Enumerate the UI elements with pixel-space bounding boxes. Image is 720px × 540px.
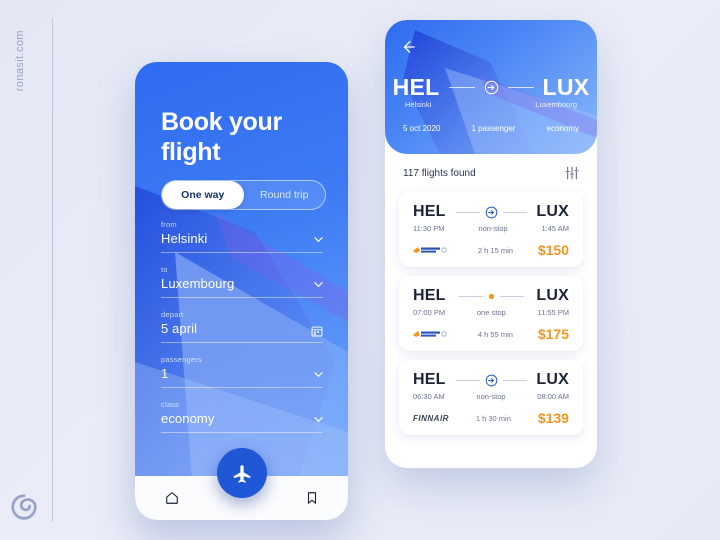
stops-indicator — [455, 206, 527, 219]
flight-price: $139 — [537, 410, 569, 426]
route-line-left — [455, 211, 480, 213]
plane-circle-icon — [484, 80, 498, 95]
field-passengers-label: passengers — [161, 355, 202, 364]
flight-depart-time: 11:30 PM — [413, 224, 445, 233]
field-from-value: Helsinki — [161, 231, 208, 246]
route-line-left — [458, 295, 483, 297]
chevron-down-icon[interactable] — [314, 235, 323, 244]
field-depart[interactable]: depart 5 april — [161, 310, 323, 343]
flight-arrive-time: 1:45 AM — [541, 224, 569, 233]
hero-dest-city: Luxembourg — [535, 100, 577, 109]
chevron-down-icon[interactable] — [314, 370, 323, 379]
field-class-label: class — [161, 400, 180, 409]
field-depart-label: depart — [161, 310, 184, 319]
brand-logo-icon — [9, 492, 39, 522]
plane-circle-icon — [485, 374, 497, 386]
route-line-right — [502, 379, 527, 381]
hero-date: 5 oct 2020 — [403, 124, 441, 133]
hero-origin-code: HEL — [392, 74, 440, 100]
flight-card[interactable]: HEL LUX 11:30 PM non-stop 1:45 AM 2 h 15… — [399, 192, 583, 267]
airline-logo: FINNAIR — [413, 413, 449, 423]
site-watermark: ronasit.com — [14, 30, 26, 92]
field-class-value: economy — [161, 411, 215, 426]
vertical-divider — [52, 18, 53, 522]
home-icon[interactable] — [165, 491, 179, 505]
field-class[interactable]: class economy — [161, 400, 323, 433]
flight-results-list: HEL LUX 11:30 PM non-stop 1:45 AM 2 h 15… — [399, 192, 583, 444]
field-to-label: to — [161, 265, 168, 274]
flight-depart-time: 06:30 AM — [413, 392, 445, 401]
results-header: 117 flights found — [385, 166, 597, 180]
booking-phone: Book your flight One way Round trip from… — [135, 62, 348, 520]
airline-logo — [413, 245, 453, 256]
flight-card[interactable]: HEL LUX 06:30 AM non-stop 08:00 AM FINNA… — [399, 360, 583, 435]
hero-dest-code: LUX — [542, 74, 590, 100]
booking-form: from Helsinki to Luxembourg depart 5 apr… — [161, 220, 323, 445]
route-dash-right — [507, 87, 534, 88]
route-line-right — [502, 211, 527, 213]
flight-origin-code: HEL — [413, 203, 446, 220]
hero-meta: 5 oct 2020 1 passenger economy — [385, 124, 597, 133]
field-to-value: Luxembourg — [161, 276, 235, 291]
route-line-right — [499, 295, 524, 297]
flight-arrive-time: 11:55 PM — [537, 308, 569, 317]
flight-stops-label: non-stop — [476, 392, 506, 401]
field-depart-value: 5 april — [161, 321, 198, 336]
stops-indicator — [458, 293, 524, 300]
flight-origin-code: HEL — [413, 371, 446, 388]
stops-indicator — [455, 374, 527, 387]
flight-card[interactable]: HEL LUX 07:00 PM one stop 11:55 PM 4 h 5… — [399, 276, 583, 351]
hero-route: HEL LUX — [385, 74, 597, 101]
toggle-one-way[interactable]: One way — [162, 181, 244, 209]
calendar-icon[interactable] — [311, 325, 323, 337]
flight-dest-code: LUX — [536, 287, 569, 304]
flight-dest-code: LUX — [536, 203, 569, 220]
field-from[interactable]: from Helsinki — [161, 220, 323, 253]
filter-sliders-icon[interactable] — [565, 166, 579, 180]
flight-price: $150 — [537, 242, 569, 258]
chevron-down-icon[interactable] — [314, 415, 323, 424]
chevron-down-icon[interactable] — [314, 280, 323, 289]
flight-arrive-time: 08:00 AM — [537, 392, 569, 401]
airline-logo — [413, 329, 453, 340]
flight-price: $175 — [537, 326, 569, 342]
trip-type-toggle[interactable]: One way Round trip — [161, 180, 326, 210]
hero-passengers: 1 passenger — [471, 124, 516, 133]
flight-duration: 2 h 15 min — [477, 245, 513, 255]
flight-duration: 1 h 30 min — [475, 413, 511, 423]
field-passengers-value: 1 — [161, 366, 169, 381]
hero-class: economy — [546, 124, 579, 133]
flight-stops-label: non-stop — [478, 224, 508, 233]
flight-depart-time: 07:00 PM — [413, 308, 446, 317]
plane-circle-icon — [485, 206, 497, 218]
field-passengers[interactable]: passengers 1 — [161, 355, 323, 388]
flight-dest-code: LUX — [536, 371, 569, 388]
page-title: Book your flight — [161, 108, 282, 166]
flight-origin-code: HEL — [413, 287, 446, 304]
route-line-left — [455, 379, 480, 381]
field-from-label: from — [161, 220, 177, 229]
bookmark-icon[interactable] — [306, 491, 318, 505]
flight-stops-label: one stop — [476, 308, 506, 317]
results-phone: HEL LUX Helsinki Luxembourg 5 oct 2020 1… — [385, 20, 597, 468]
hero-cities: Helsinki Luxembourg — [385, 100, 597, 109]
flight-hero-card: HEL LUX Helsinki Luxembourg 5 oct 2020 1… — [385, 20, 597, 154]
toggle-round-trip[interactable]: Round trip — [244, 181, 326, 209]
stop-dot-icon — [488, 293, 494, 299]
flight-duration: 4 h 55 min — [477, 329, 513, 339]
back-arrow-icon[interactable] — [401, 40, 415, 54]
results-count: 117 flights found — [403, 167, 476, 179]
search-flights-button[interactable] — [216, 448, 267, 498]
plane-icon — [233, 465, 250, 483]
route-dash-left — [448, 87, 475, 88]
hero-origin-city: Helsinki — [405, 100, 432, 109]
field-to[interactable]: to Luxembourg — [161, 265, 323, 298]
